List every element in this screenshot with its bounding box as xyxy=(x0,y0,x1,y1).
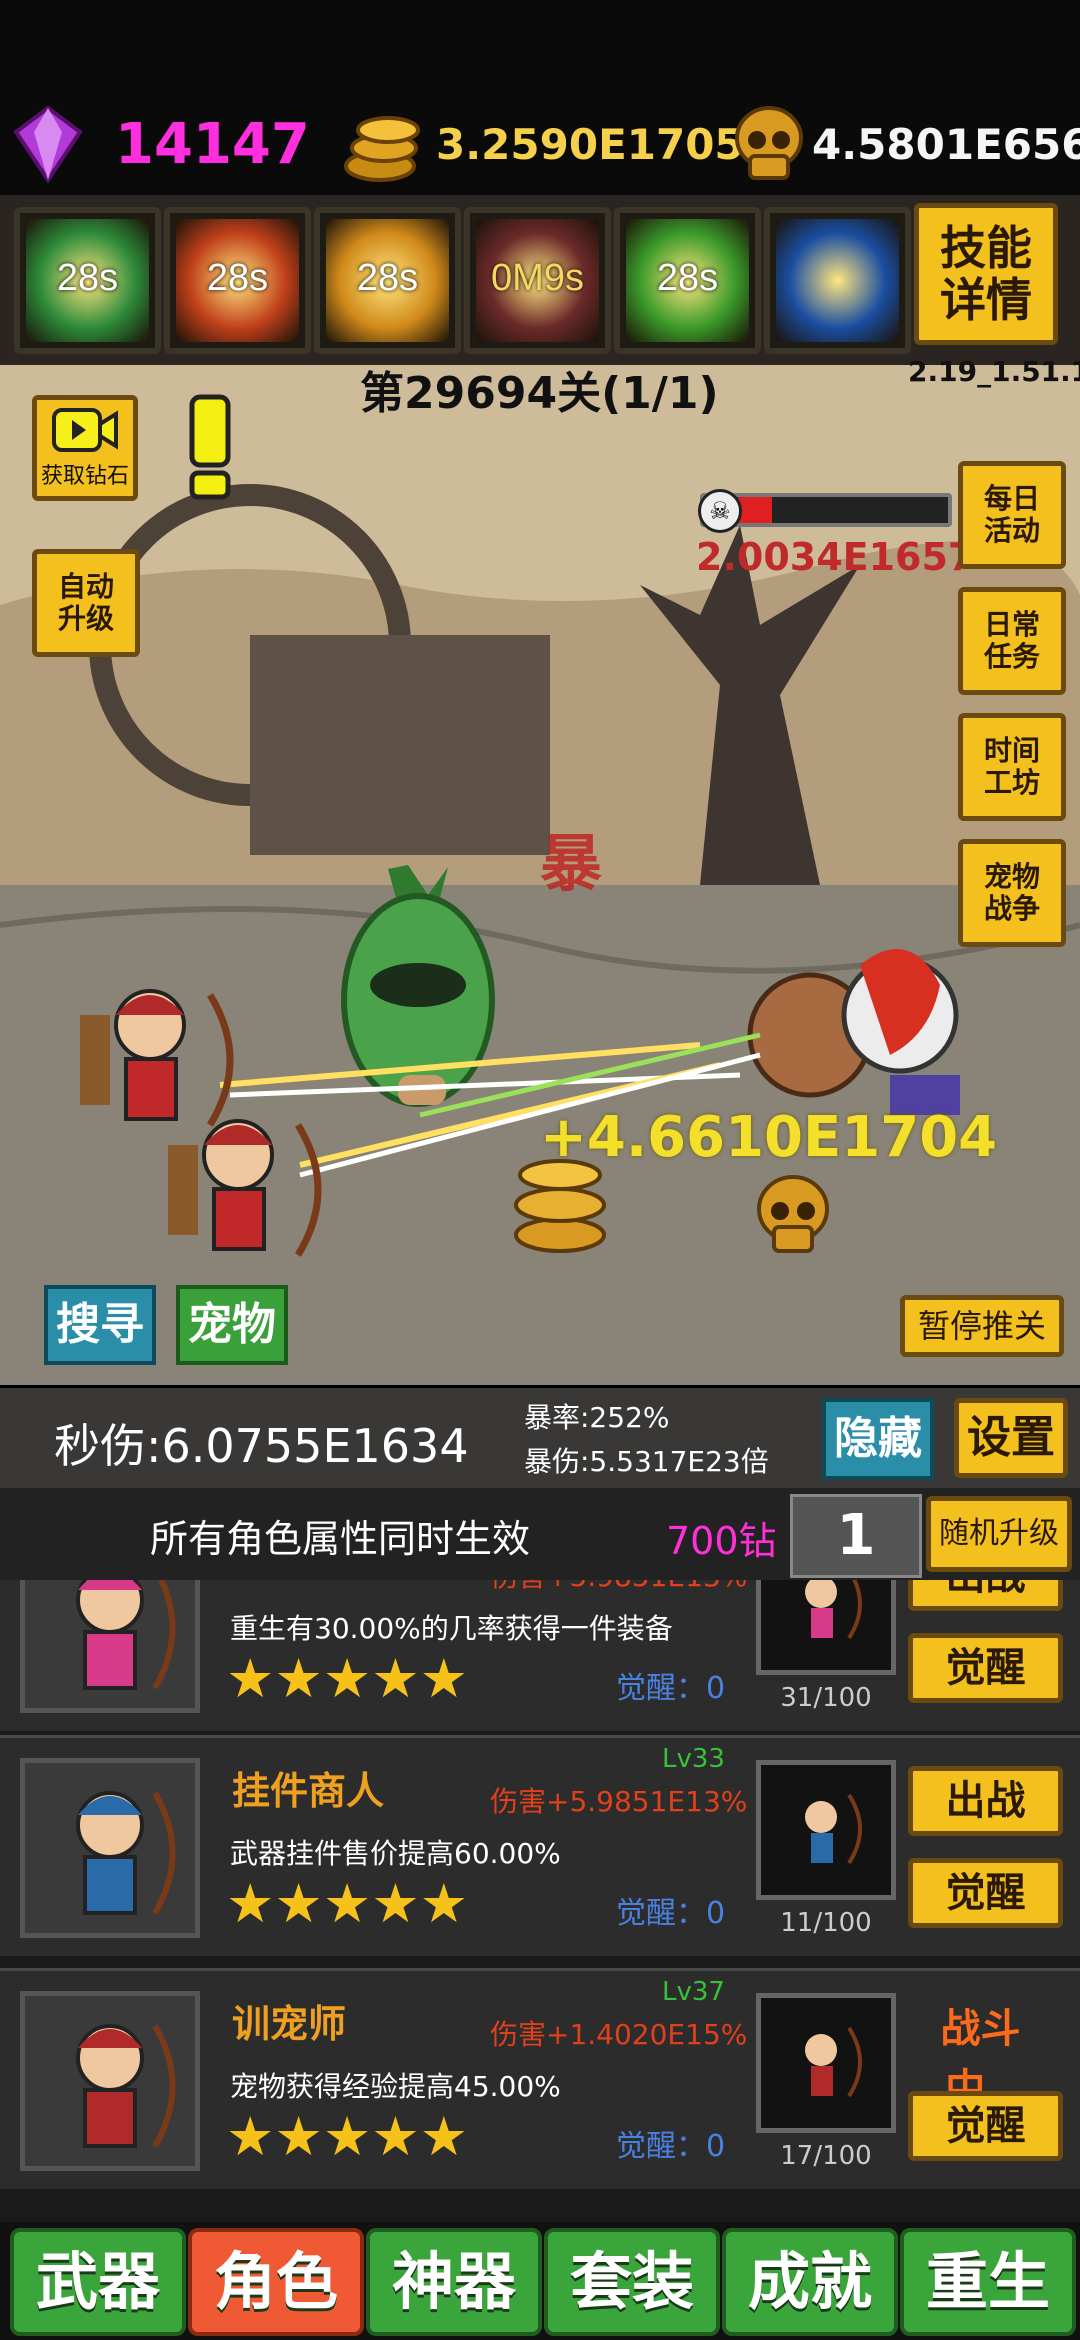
skill-slot-4[interactable]: 0M9s xyxy=(464,207,611,354)
hero-thumbnail xyxy=(756,1760,896,1900)
gem-count: 14147 xyxy=(115,112,310,177)
skill-cooldown: 28s xyxy=(56,257,119,299)
hero-awaken-level: 觉醒：0 xyxy=(616,2129,726,2164)
upgrade-count-field[interactable]: 1 xyxy=(790,1494,922,1578)
hero-in-battle-status: 战斗中.. xyxy=(940,2006,1021,2112)
hero-stars: ★★★★★ xyxy=(226,2105,469,2168)
resource-bar: 14147 3.2590E1705 4.5801E656 xyxy=(0,0,1080,195)
hero-portrait xyxy=(20,1758,200,1938)
skill-row: 28s 28s 28s 0M9s 28s 技能 详情 xyxy=(0,195,1080,365)
blue-clock-skill-icon xyxy=(776,219,899,342)
crit-damage-label: 暴伤:5.5317E23倍 xyxy=(524,1445,769,1478)
hero-stars: ★★★★★ xyxy=(226,1647,469,1710)
pet-button[interactable]: 宠物 xyxy=(176,1285,288,1365)
hero-damage-bonus: 伤害+5.9851E13% xyxy=(490,1785,748,1818)
hero-awaken-button[interactable]: 觉醒 xyxy=(908,1858,1063,1928)
hero-awaken-button[interactable]: 觉醒 xyxy=(908,1633,1063,1703)
version-label: 2.19_1.51.1 xyxy=(908,355,1080,388)
skill-cooldown: 28s xyxy=(206,257,269,299)
archer-hero-2 xyxy=(148,1105,338,1275)
alert-exclamation-icon xyxy=(186,393,234,501)
bottom-tab-bar: 武器 角色 神器 套装 成就 重生 xyxy=(0,2222,1080,2340)
hero-name: 训宠师 xyxy=(232,2002,347,2046)
tab-artifacts[interactable]: 神器 xyxy=(366,2228,542,2336)
hero-portrait xyxy=(20,1991,200,2171)
skill-cooldown: 0M9s xyxy=(491,257,584,299)
get-gems-button[interactable]: 获取钻石 xyxy=(32,395,138,501)
hero-description: 武器挂件售价提高60.00% xyxy=(230,1837,561,1870)
daily-tasks-button[interactable]: 日常 任务 xyxy=(958,587,1066,695)
stats-bar: 秒伤:6.0755E1634 暴率:252% 暴伤:5.5317E23倍 隐藏 … xyxy=(0,1388,1080,1488)
search-button[interactable]: 搜寻 xyxy=(44,1285,156,1365)
hide-button[interactable]: 隐藏 xyxy=(822,1398,934,1480)
skill-cooldown: 28s xyxy=(656,257,719,299)
skill-cooldown: 28s xyxy=(356,257,419,299)
hero-description: 宠物获得经验提高45.00% xyxy=(230,2070,561,2103)
boss-skull-icon: ☠ xyxy=(698,489,742,533)
skill-detail-button[interactable]: 技能 详情 xyxy=(914,203,1058,345)
hero-card: 挂件商人 Lv33 伤害+5.9851E13% 武器挂件售价提高60.00% ★★★★★… xyxy=(0,1735,1080,1956)
boss-hp-fill xyxy=(738,497,773,523)
time-workshop-button[interactable]: 时间 工坊 xyxy=(958,713,1066,821)
hero-deploy-button[interactable]: 出战 xyxy=(908,1766,1063,1836)
hero-awaken-level: 觉醒：0 xyxy=(616,1671,726,1706)
hero-damage-bonus: 伤害+1.4020E15% xyxy=(490,2018,748,2051)
gold-coin-icon xyxy=(340,104,432,186)
hero-level: Lv33 xyxy=(662,1744,725,1774)
golden-skull-icon xyxy=(730,104,808,184)
battle-field[interactable]: 获取钻石 自动 升级 第29694关(1/1) ☠ 2.0034E1657 每日… xyxy=(0,365,1080,1385)
skill-slot-6[interactable] xyxy=(764,207,911,354)
gem-icon xyxy=(12,104,84,184)
tab-rebirth[interactable]: 重生 xyxy=(900,2228,1076,2336)
hero-card: 伤害+5.9851E13% 重生有30.00%的几率获得一件装备★★★★★ 觉醒：0… xyxy=(0,1580,1080,1731)
hero-stars: ★★★★★ xyxy=(226,1872,469,1935)
hero-awaken-button[interactable]: 觉醒 xyxy=(908,2091,1063,2161)
hero-description: 重生有30.00%的几率获得一件装备 xyxy=(230,1612,673,1645)
gold-count: 3.2590E1705 xyxy=(436,120,744,169)
random-upgrade-button[interactable]: 随机升级 xyxy=(926,1496,1072,1572)
skill-slot-1[interactable]: 28s xyxy=(14,207,161,354)
settings-button[interactable]: 设置 xyxy=(954,1398,1068,1478)
hero-list[interactable]: 伤害+5.9851E13%重生有30.00%的几率获得一件装备★★★★★觉醒：0… xyxy=(0,1580,1080,2222)
stage-label: 第29694关(1/1) xyxy=(360,368,719,419)
dropped-golden-skull xyxy=(752,1173,834,1257)
hero-thumbnail xyxy=(756,1580,896,1675)
pause-progress-button[interactable]: 暂停推关 xyxy=(900,1295,1064,1357)
tab-achievements[interactable]: 成就 xyxy=(722,2228,898,2336)
hero-name: 挂件商人 xyxy=(232,1769,385,1813)
skill-slot-5[interactable]: 28s xyxy=(614,207,761,354)
hero-awaken-level: 觉醒：0 xyxy=(616,1896,726,1931)
upgrade-cost: 700钻 xyxy=(666,1519,777,1563)
auto-upgrade-button[interactable]: 自动 升级 xyxy=(32,549,140,657)
skill-slot-2[interactable]: 28s xyxy=(164,207,311,354)
property-note: 所有角色属性同时生效 xyxy=(150,1517,531,1561)
hero-deploy-button[interactable]: 出战 xyxy=(908,1580,1063,1611)
tab-heroes[interactable]: 角色 xyxy=(188,2228,364,2336)
hero-portrait xyxy=(20,1580,200,1713)
property-bar: 所有角色属性同时生效 700钻 1 随机升级 xyxy=(0,1488,1080,1580)
tab-weapons[interactable]: 武器 xyxy=(10,2228,186,2336)
crit-rate-label: 暴率:252% xyxy=(524,1401,670,1434)
skill-slot-3[interactable]: 28s xyxy=(314,207,461,354)
hero-damage-bonus: 伤害+5.9851E13% xyxy=(490,1580,747,1595)
hero-card: 训宠师 Lv37 伤害+1.4020E15% 宠物获得经验提高45.00% ★★★★★ 觉… xyxy=(0,1968,1080,2189)
hero-progress: 17/100 xyxy=(780,2141,872,2171)
boss-hp-value: 2.0034E1657 xyxy=(696,535,975,579)
video-camera-icon xyxy=(52,408,118,452)
hero-level: Lv37 xyxy=(662,1977,725,2007)
hero-progress: 11/100 xyxy=(780,1908,872,1938)
dps-label: 秒伤:6.0755E1634 xyxy=(54,1419,469,1473)
hero-progress: 31/100 xyxy=(780,1683,872,1713)
get-gems-label: 获取钻石 xyxy=(40,464,129,489)
damage-popup: +4.6610E1704 xyxy=(540,1105,998,1170)
tab-sets[interactable]: 套装 xyxy=(544,2228,720,2336)
daily-activity-button[interactable]: 每日 活动 xyxy=(958,461,1066,569)
hero-thumbnail xyxy=(756,1993,896,2133)
crit-damage-popups: 暴 xyxy=(540,827,603,900)
skull-count: 4.5801E656 xyxy=(812,120,1080,169)
